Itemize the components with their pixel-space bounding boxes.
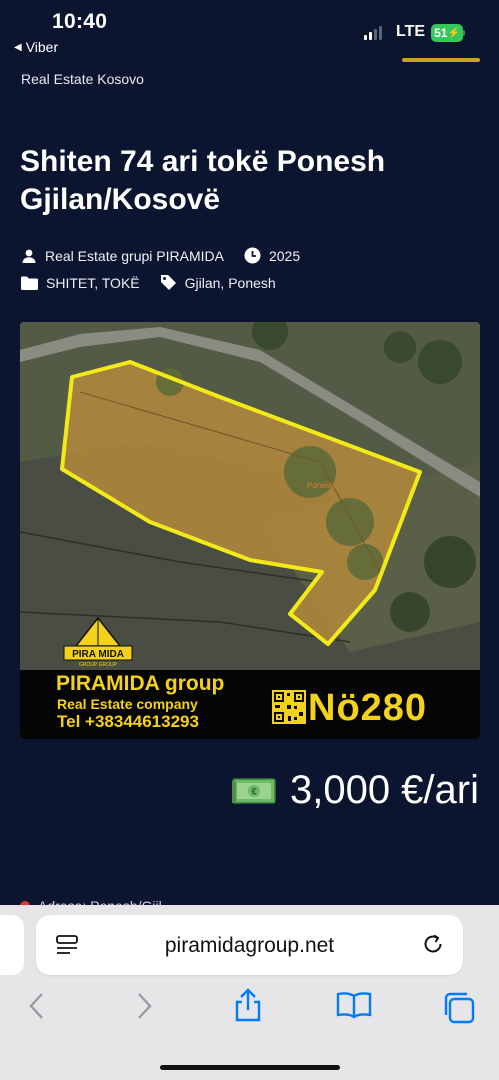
signal-strength-icon (364, 25, 382, 40)
address-bar[interactable]: piramidagroup.net (36, 915, 463, 975)
qr-code-icon (272, 690, 306, 724)
browser-nav-toolbar (0, 987, 499, 1031)
back-to-app-button[interactable]: ◀ Viber (14, 39, 58, 55)
category-link[interactable]: SHITET, TOKË (21, 275, 140, 291)
status-time: 10:40 (52, 10, 108, 33)
company-banner: PIRAMIDA group Real Estate company Tel +… (20, 670, 480, 739)
header-menu-accent[interactable] (402, 58, 480, 62)
page-title: Shiten 74 ari tokë Ponesh Gjilan/Kosovë (20, 145, 386, 216)
reload-icon[interactable] (421, 932, 445, 956)
previous-tab-preview[interactable] (0, 915, 24, 975)
price-block: € 3,000 €/ari (231, 768, 479, 813)
category-list: SHITET, TOKË (46, 274, 140, 291)
svg-text:GROUP GROUP: GROUP GROUP (79, 662, 118, 668)
charging-bolt-icon: ⚡ (447, 27, 460, 39)
price-value: 3,000 €/ari (289, 768, 479, 812)
money-icon: € (231, 777, 276, 804)
banner-company-name: PIRAMIDA group (56, 672, 225, 695)
map-place-label: Ponesh (307, 481, 335, 490)
share-icon[interactable] (233, 987, 263, 1023)
listing-code: Nö280 (308, 687, 428, 729)
article-meta-row: Real Estate grupi PIRAMIDA 2025 (21, 247, 320, 264)
status-bar: 10:40 ◀ Viber LTE 51 ⚡ (0, 0, 499, 62)
site-name[interactable]: Real Estate Kosovo (21, 71, 144, 87)
url-text[interactable]: piramidagroup.net (36, 934, 463, 958)
article-taxonomy-row: SHITET, TOKË Gjilan, Ponesh (21, 274, 296, 291)
piramida-logo: PIRA MIDA GROUP GROUP (63, 616, 133, 668)
author-link[interactable]: Real Estate grupi PIRAMIDA (21, 248, 224, 264)
author-name: Real Estate grupi PIRAMIDA (45, 247, 224, 264)
date-link[interactable]: 2025 (244, 247, 300, 264)
forward-icon[interactable] (134, 991, 154, 1021)
user-icon (22, 249, 36, 263)
back-triangle-icon: ◀ (14, 41, 22, 53)
tags-link[interactable]: Gjilan, Ponesh (160, 274, 276, 291)
battery-indicator: 51 ⚡ (431, 24, 463, 42)
back-icon[interactable] (27, 991, 47, 1021)
home-indicator[interactable] (160, 1065, 340, 1070)
post-year: 2025 (268, 247, 301, 264)
tabs-icon[interactable] (442, 991, 476, 1025)
back-app-label: Viber (25, 39, 59, 55)
svg-text:PIRA MIDA: PIRA MIDA (72, 649, 124, 660)
battery-tip (463, 30, 465, 36)
svg-text:€: € (251, 786, 256, 796)
browser-toolbar: piramidagroup.net (0, 905, 499, 1080)
folder-icon (21, 276, 38, 290)
clock-icon (244, 247, 261, 264)
tag-icon (160, 275, 176, 290)
battery-level: 51 (434, 26, 448, 40)
network-type: LTE (396, 23, 426, 40)
banner-company-type: Real Estate company (57, 696, 198, 712)
banner-phone: Tel +38344613293 (57, 712, 199, 731)
tag-list: Gjilan, Ponesh (184, 274, 276, 291)
listing-hero-image[interactable]: Ponesh PIRA MIDA GROUP GROUP PIRAMIDA gr… (20, 322, 480, 739)
bookmarks-icon[interactable] (336, 991, 372, 1019)
